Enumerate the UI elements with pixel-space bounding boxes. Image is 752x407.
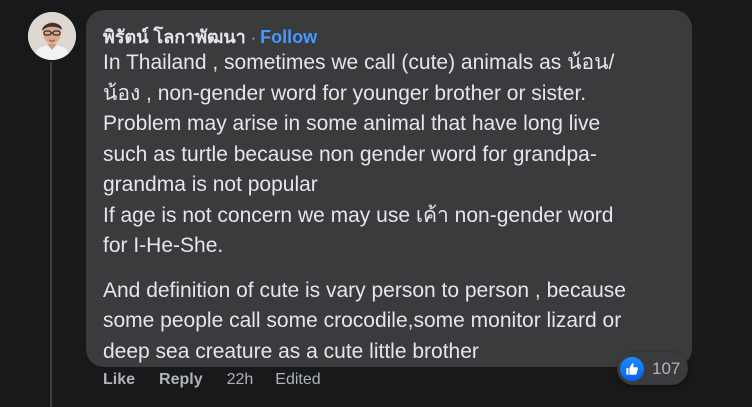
reply-button[interactable]: Reply: [159, 371, 203, 389]
comment-line: Problem may arise in some animal that ha…: [103, 112, 601, 135]
comment-paragraph: In Thailand , sometimes we call (cute) a…: [103, 48, 676, 262]
avatar-photo: [28, 12, 76, 60]
comment-line: And definition of cute is vary person to…: [103, 278, 626, 302]
comment-line: grandma is not popular: [103, 173, 318, 196]
comment-line: If age is not concern we may use เค้า no…: [103, 203, 614, 227]
thumbs-up-icon: [620, 356, 644, 381]
thread-line: [50, 62, 52, 407]
timestamp[interactable]: 22h: [227, 371, 254, 389]
comment-header: พิรัตน์ โลกาพัฒนา · Follow: [103, 22, 676, 47]
comment-line: such as turtle because non gender word f…: [103, 142, 597, 166]
avatar[interactable]: [28, 12, 76, 60]
author-name[interactable]: พิรัตน์ โลกาพัฒนา: [103, 22, 246, 51]
comment-paragraph: And definition of cute is vary person to…: [103, 276, 676, 368]
reaction-count: 107: [652, 358, 681, 378]
comment-thread: พิรัตน์ โลกาพัฒนา · Follow In Thailand ,…: [0, 0, 752, 407]
comment-actions: Like Reply 22h Edited: [103, 371, 321, 389]
comment-line: for I-He-She.: [103, 234, 224, 257]
comment-line: In Thailand , sometimes we call (cute) a…: [103, 51, 615, 74]
like-button[interactable]: Like: [103, 371, 135, 389]
follow-button[interactable]: Follow: [260, 27, 317, 48]
separator-dot: ·: [250, 30, 257, 47]
comment-bubble: พิรัตน์ โลกาพัฒนา · Follow In Thailand ,…: [86, 10, 692, 367]
comment-line: น้อง , non-gender word for younger broth…: [103, 81, 587, 105]
reaction-summary[interactable]: 107: [617, 352, 689, 385]
comment-line: deep sea creature as a cute little broth…: [103, 339, 479, 363]
comment-line: some people call some crocodile,some mon…: [103, 309, 622, 332]
edited-label[interactable]: Edited: [275, 371, 320, 389]
